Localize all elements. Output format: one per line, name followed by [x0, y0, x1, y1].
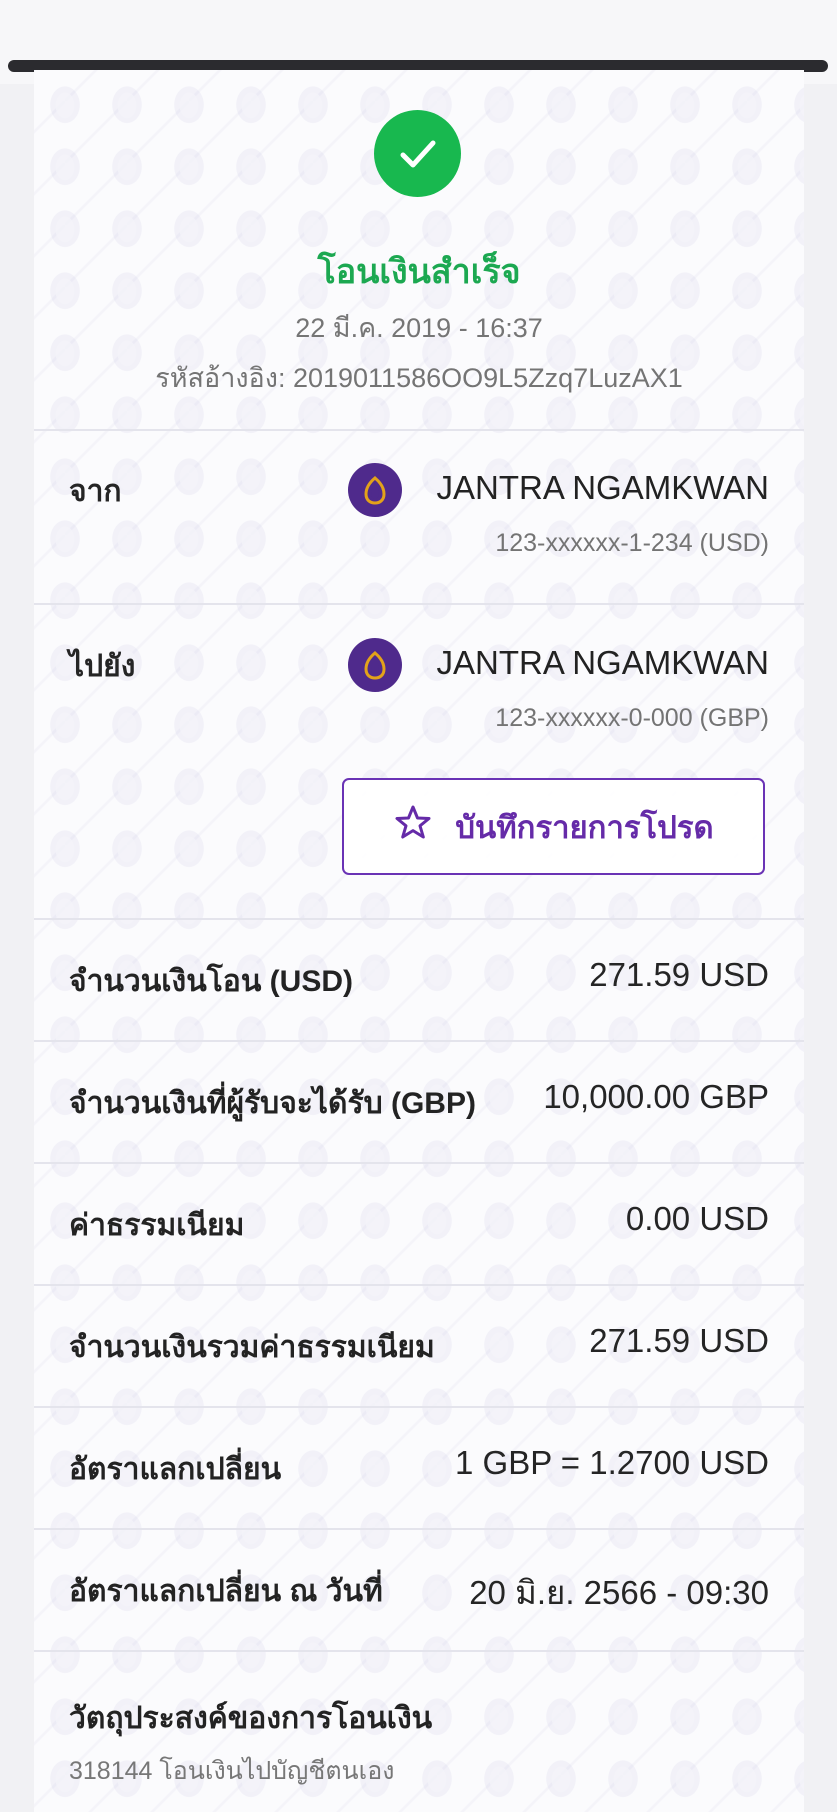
detail-row-total-with-fee: จำนวนเงินรวมค่าธรรมเนียม 271.59 USD	[34, 1284, 804, 1406]
transfer-purpose-label: วัตถุประสงค์ของการโอนเงิน	[69, 1702, 433, 1735]
detail-value-recipient-amount: 10,000.00 GBP	[543, 1078, 769, 1115]
detail-label-transfer-amount: จำนวนเงินโอน (USD)	[69, 965, 353, 998]
to-account-number: 123-xxxxxx-0-000 (GBP)	[495, 704, 769, 732]
detail-value-transfer-amount: 271.59 USD	[589, 956, 769, 993]
detail-row-transfer-amount: จำนวนเงินโอน (USD) 271.59 USD	[34, 918, 804, 1040]
detail-value-rate-date: 20 มิ.ย. 2566 - 09:30	[469, 1574, 769, 1611]
detail-divider	[34, 1650, 804, 1652]
detail-row-recipient-amount: จำนวนเงินที่ผู้รับจะได้รับ (GBP) 10,000.…	[34, 1040, 804, 1162]
detail-label-recipient-amount: จำนวนเงินที่ผู้รับจะได้รับ (GBP)	[69, 1087, 476, 1120]
transfer-purpose-value: 318144 โอนเงินไปบัญชีตนเอง	[69, 1757, 395, 1785]
from-account-section: จาก JANTRA NGAMKWAN 123-xxxxxx-1-234 (US…	[34, 429, 804, 603]
reference-code: รหัสอ้างอิง: 2019011586OO9L5Zzq7LuzAX1	[155, 363, 683, 393]
detail-value-total-with-fee: 271.59 USD	[589, 1322, 769, 1359]
success-check-icon	[374, 110, 461, 197]
transfer-receipt: โอนเงินสำเร็จ 22 มี.ค. 2019 - 16:37 รหัส…	[34, 70, 804, 1812]
bank-leaf-icon	[364, 476, 386, 505]
detail-label-total-with-fee: จำนวนเงินรวมค่าธรรมเนียม	[69, 1331, 435, 1364]
save-favorite-label: บันทึกรายการโปรด	[455, 809, 714, 845]
bank-logo-icon	[348, 638, 402, 692]
detail-row-rate-date: อัตราแลกเปลี่ยน ณ วันที่ 20 มิ.ย. 2566 -…	[34, 1528, 804, 1650]
save-favorite-button[interactable]: บันทึกรายการโปรด	[342, 778, 765, 875]
detail-label-rate-date: อัตราแลกเปลี่ยน ณ วันที่	[69, 1575, 383, 1608]
from-account-number: 123-xxxxxx-1-234 (USD)	[495, 529, 769, 557]
detail-row-fee: ค่าธรรมเนียม 0.00 USD	[34, 1162, 804, 1284]
star-outline-icon	[393, 803, 433, 851]
transfer-date-time: 22 มี.ค. 2019 - 16:37	[295, 313, 543, 343]
receipt-header: โอนเงินสำเร็จ 22 มี.ค. 2019 - 16:37 รหัส…	[34, 70, 804, 429]
detail-label-fee: ค่าธรรมเนียม	[69, 1209, 245, 1242]
detail-value-exchange-rate: 1 GBP = 1.2700 USD	[455, 1444, 769, 1481]
detail-row-exchange-rate: อัตราแลกเปลี่ยน 1 GBP = 1.2700 USD	[34, 1406, 804, 1528]
to-account-name: JANTRA NGAMKWAN	[436, 644, 769, 681]
from-label: จาก	[69, 475, 122, 508]
success-title: โอนเงินสำเร็จ	[317, 253, 521, 291]
to-label: ไปยัง	[69, 650, 136, 683]
bank-logo-icon	[348, 463, 402, 517]
bank-leaf-icon	[364, 651, 386, 680]
detail-value-fee: 0.00 USD	[625, 1200, 769, 1237]
check-mark-icon	[400, 140, 435, 167]
from-account-name: JANTRA NGAMKWAN	[436, 469, 769, 506]
detail-label-exchange-rate: อัตราแลกเปลี่ยน	[69, 1453, 282, 1486]
